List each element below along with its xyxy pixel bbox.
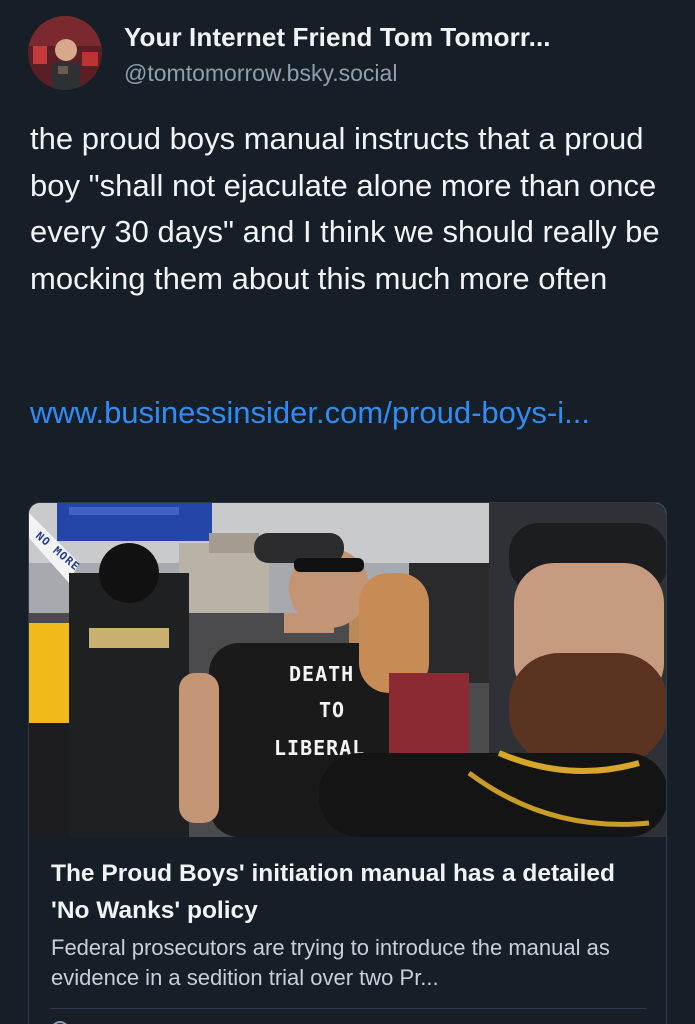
image-shirt-line2: TO (319, 698, 345, 722)
avatar-photo-icon (28, 16, 102, 90)
post: Your Internet Friend Tom Tomorr... @tomt… (0, 0, 695, 1024)
card-image[interactable]: NO MORE DEATH TO LIBERAL (29, 503, 666, 837)
image-shirt-line1: DEATH (289, 662, 354, 686)
card-photo: NO MORE DEATH TO LIBERAL (29, 503, 666, 837)
post-link[interactable]: www.businessinsider.com/proud-boys-i... (30, 390, 630, 437)
card-divider (51, 1008, 646, 1009)
author-avatar[interactable] (28, 16, 102, 90)
card-description: Federal prosecutors are trying to introd… (51, 935, 610, 990)
post-text: the proud boys manual instructs that a p… (30, 121, 660, 296)
link-card[interactable]: NO MORE DEATH TO LIBERAL The Proud Boys'… (28, 502, 667, 1024)
card-title[interactable]: The Proud Boys' initiation manual has a … (51, 855, 651, 929)
author-handle[interactable]: @tomtomorrow.bsky.social (124, 60, 397, 87)
author-display-name[interactable]: Your Internet Friend Tom Tomorr... (124, 22, 551, 53)
